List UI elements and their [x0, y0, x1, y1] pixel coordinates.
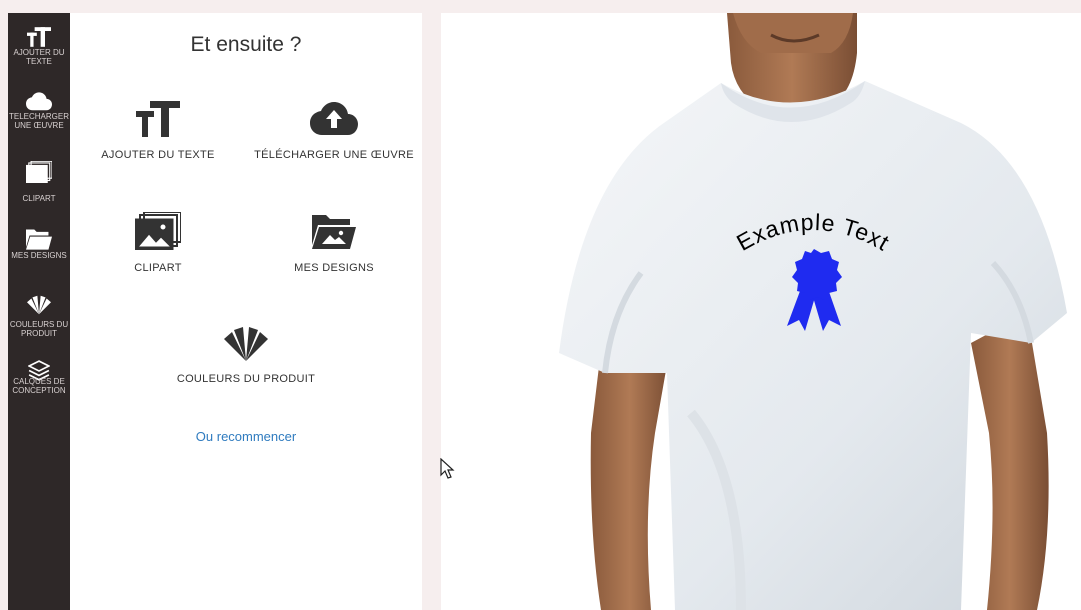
- color-swatch-icon: [27, 295, 51, 315]
- images-icon: [135, 212, 181, 250]
- text-size-icon: [136, 101, 180, 137]
- cloud-upload-icon: [26, 91, 52, 111]
- tshirt-model-image: Example Text: [441, 13, 1081, 610]
- mouse-cursor-icon: [440, 458, 455, 479]
- toolbar-design-layers[interactable]: CALQUES DE CONCEPTION: [8, 360, 70, 395]
- toolbar-add-text[interactable]: AJOUTER DU TEXTE: [8, 27, 70, 66]
- cloud-upload-icon: [310, 99, 358, 137]
- option-add-text[interactable]: AJOUTER DU TEXTE: [70, 101, 246, 161]
- images-icon: [26, 161, 52, 183]
- toolbar-label: CLIPART: [22, 195, 56, 203]
- option-product-colors[interactable]: COULEURS DU PRODUIT: [158, 327, 334, 385]
- toolbar-label: CALQUES DE CONCEPTION: [12, 378, 66, 395]
- restart-link[interactable]: Ou recommencer: [70, 429, 422, 444]
- toolbar-clipart[interactable]: CLIPART: [8, 161, 70, 204]
- option-clipart[interactable]: CLIPART: [70, 212, 246, 274]
- next-steps-panel: Et ensuite ? AJOUTER DU TEXTE TÉLÉCHARGE…: [70, 13, 422, 610]
- option-label: TÉLÉCHARGER UNE ŒUVRE: [254, 149, 414, 161]
- option-label: CLIPART: [134, 262, 182, 274]
- option-label: AJOUTER DU TEXTE: [101, 149, 215, 161]
- toolbar-product-colors[interactable]: COULEURS DU PRODUIT: [8, 295, 70, 338]
- text-size-icon: [27, 27, 51, 47]
- color-swatch-icon: [224, 327, 268, 361]
- toolbar-label: COULEURS DU PRODUIT: [9, 321, 69, 338]
- option-my-designs[interactable]: MES DESIGNS: [246, 212, 422, 274]
- option-upload-artwork[interactable]: TÉLÉCHARGER UNE ŒUVRE: [246, 99, 422, 161]
- folder-image-icon: [26, 228, 52, 250]
- side-toolbar: AJOUTER DU TEXTE TÉLÉCHARGER UNE ŒUVRE C…: [8, 13, 70, 610]
- toolbar-label: AJOUTER DU TEXTE: [13, 49, 65, 66]
- toolbar-upload-artwork[interactable]: TÉLÉCHARGER UNE ŒUVRE: [8, 91, 70, 130]
- product-preview[interactable]: Example Text: [441, 13, 1081, 610]
- toolbar-label: TÉLÉCHARGER UNE ŒUVRE: [8, 113, 69, 130]
- option-label: MES DESIGNS: [294, 262, 374, 274]
- folder-image-icon: [312, 212, 356, 250]
- toolbar-label: MES DESIGNS: [11, 252, 67, 260]
- option-label: COULEURS DU PRODUIT: [176, 373, 316, 385]
- toolbar-my-designs[interactable]: MES DESIGNS: [8, 228, 70, 261]
- panel-title: Et ensuite ?: [190, 33, 302, 56]
